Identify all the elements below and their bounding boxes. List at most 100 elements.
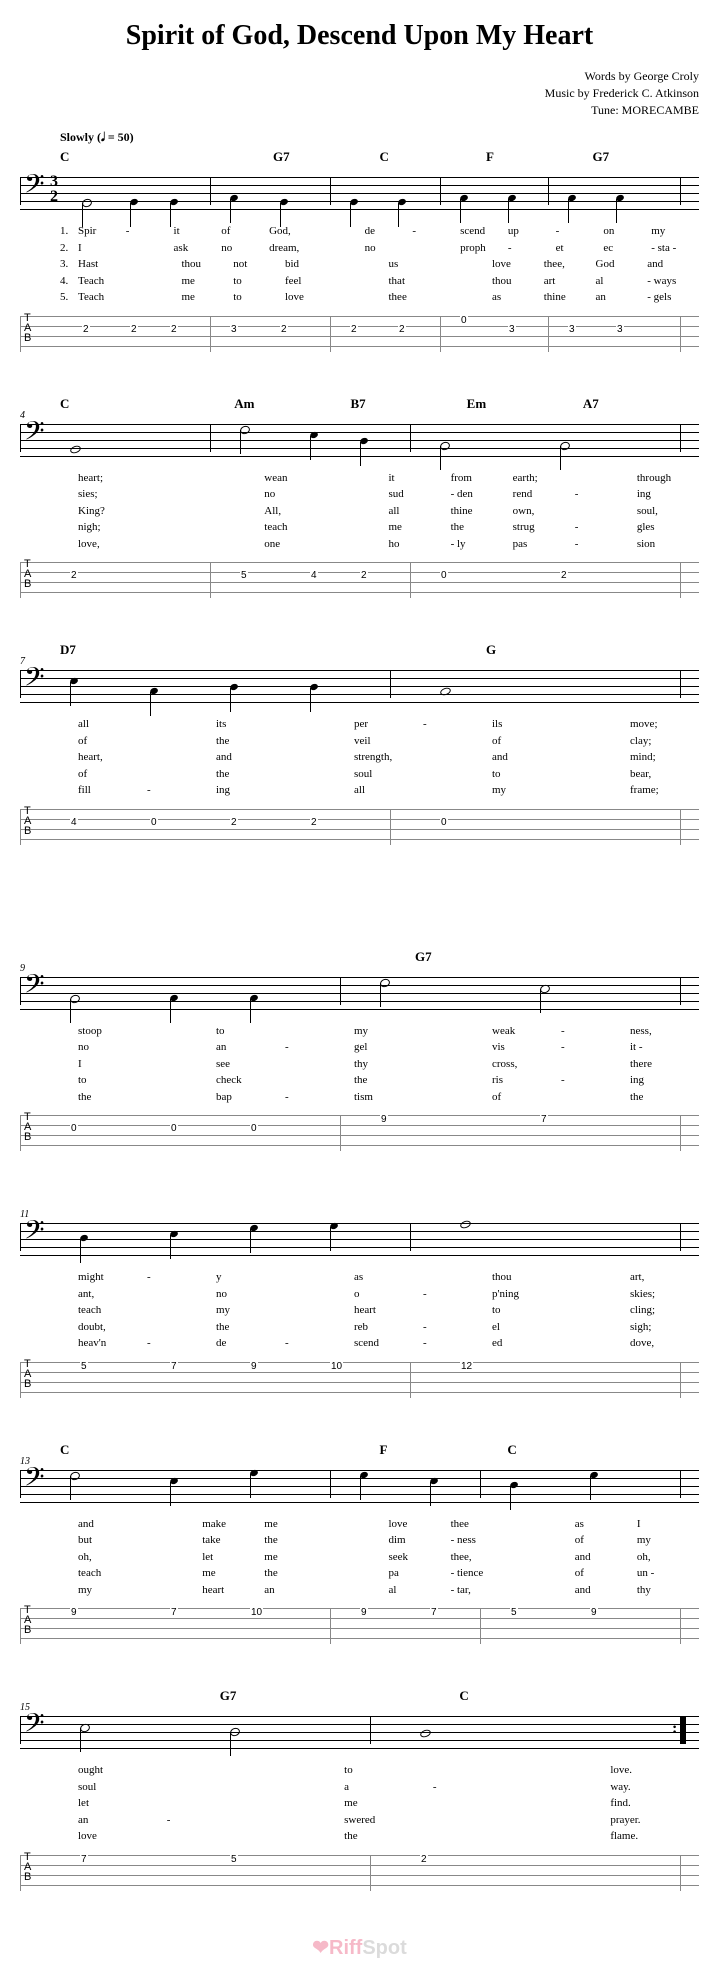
tab-fret: 3 bbox=[230, 324, 238, 335]
syllable: let bbox=[202, 1549, 264, 1566]
syllable: and bbox=[78, 1516, 140, 1533]
syllable: my bbox=[651, 223, 699, 240]
tab-fret: 7 bbox=[540, 1114, 548, 1125]
syllable bbox=[140, 470, 202, 487]
syllable bbox=[337, 256, 389, 273]
syllable bbox=[255, 1762, 344, 1779]
bass-clef-icon: 𝄢 bbox=[24, 1217, 45, 1249]
syllable: - bbox=[508, 240, 556, 257]
syllable: one bbox=[264, 536, 326, 553]
syllable bbox=[167, 1828, 256, 1845]
tab-fret: 4 bbox=[310, 570, 318, 581]
lyrics-row: 1.Spir-itofGod,de-scendup-onmy bbox=[60, 223, 699, 240]
tablature: TAB22232220333 bbox=[20, 312, 699, 356]
syllable bbox=[285, 766, 354, 783]
chord-row bbox=[60, 1195, 699, 1211]
syllable: teach bbox=[78, 1302, 147, 1319]
syllable: the bbox=[451, 519, 513, 536]
syllable bbox=[326, 1516, 388, 1533]
syllable bbox=[255, 1795, 344, 1812]
syllable: - den bbox=[451, 486, 513, 503]
syllable: sion bbox=[637, 536, 699, 553]
syllable: ed bbox=[492, 1335, 561, 1352]
syllable bbox=[285, 1023, 354, 1040]
syllable: mind; bbox=[630, 749, 699, 766]
tab-label: TAB bbox=[24, 314, 31, 344]
lyrics-block: allitsper-ilsmove;oftheveilofclay;heart,… bbox=[60, 716, 699, 799]
syllable bbox=[147, 1089, 216, 1106]
tab-fret: 2 bbox=[280, 324, 288, 335]
tab-fret: 9 bbox=[590, 1607, 598, 1618]
syllable: bap bbox=[216, 1089, 285, 1106]
tab-label: TAB bbox=[24, 807, 31, 837]
syllable bbox=[285, 1056, 354, 1073]
lyrics-row: allitsper-ilsmove; bbox=[60, 716, 699, 733]
tab-fret: 10 bbox=[250, 1607, 263, 1618]
syllable: weak bbox=[492, 1023, 561, 1040]
syllable: me bbox=[264, 1516, 326, 1533]
barline bbox=[680, 977, 681, 1005]
chord-symbol bbox=[316, 1442, 380, 1458]
syllable bbox=[433, 1828, 522, 1845]
syllable bbox=[140, 536, 202, 553]
syllable: - bbox=[285, 1039, 354, 1056]
lyrics-row: 3.Hastthounotbiduslovethee,Godand bbox=[60, 256, 699, 273]
syllable: gel bbox=[354, 1039, 423, 1056]
chord-symbol: F bbox=[486, 149, 539, 165]
syllable: - ways bbox=[647, 273, 699, 290]
syllable: thee bbox=[389, 289, 441, 306]
lyrics-row: doubt,thereb-elsigh; bbox=[60, 1319, 699, 1336]
syllable: de bbox=[365, 223, 413, 240]
syllable: pas bbox=[513, 536, 575, 553]
chord-symbol bbox=[326, 149, 379, 165]
syllable: pa bbox=[388, 1565, 450, 1582]
syllable: strength, bbox=[354, 749, 423, 766]
chord-symbol bbox=[131, 949, 202, 965]
bass-clef-icon: 𝄢 bbox=[24, 1710, 45, 1742]
syllable: - bbox=[575, 486, 637, 503]
lyrics-row: noan-gelvis-it - bbox=[60, 1039, 699, 1056]
syllable: to bbox=[344, 1762, 433, 1779]
chord-symbol: D7 bbox=[60, 642, 131, 658]
syllable bbox=[140, 1565, 202, 1582]
syllable: - ly bbox=[451, 536, 513, 553]
syllable bbox=[423, 1269, 492, 1286]
syllable: heart bbox=[354, 1302, 423, 1319]
chord-symbol bbox=[539, 1688, 619, 1704]
chord-symbol bbox=[443, 1442, 507, 1458]
chord-symbol bbox=[292, 396, 350, 412]
syllable: me bbox=[264, 1549, 326, 1566]
syllable bbox=[140, 1582, 202, 1599]
syllable bbox=[126, 240, 174, 257]
syllable: God, bbox=[269, 223, 317, 240]
syllable bbox=[167, 1779, 256, 1796]
syllable: - gels bbox=[647, 289, 699, 306]
syllable: all bbox=[78, 716, 147, 733]
syllable: dream, bbox=[269, 240, 317, 257]
syllable bbox=[561, 749, 630, 766]
syllable: clay; bbox=[630, 733, 699, 750]
syllable: the bbox=[216, 733, 285, 750]
syllable: no bbox=[78, 1039, 147, 1056]
syllable: it bbox=[174, 223, 222, 240]
chord-symbol bbox=[539, 149, 592, 165]
syllable: ing bbox=[637, 486, 699, 503]
syllable bbox=[326, 470, 388, 487]
syllable bbox=[423, 733, 492, 750]
syllable bbox=[140, 486, 202, 503]
syllable: sigh; bbox=[630, 1319, 699, 1336]
lyrics-row: 4.Teachmetofeelthatthouartal- ways bbox=[60, 273, 699, 290]
syllable: make bbox=[202, 1516, 264, 1533]
chord-symbol bbox=[635, 1442, 699, 1458]
tab-fret: 2 bbox=[560, 570, 568, 581]
syllable bbox=[147, 1319, 216, 1336]
syllable: flame. bbox=[610, 1828, 699, 1845]
chord-symbol bbox=[202, 642, 273, 658]
syllable bbox=[255, 1828, 344, 1845]
syllable: heart, bbox=[78, 749, 147, 766]
tab-fret: 5 bbox=[510, 1607, 518, 1618]
syllable: Hast bbox=[78, 256, 130, 273]
syllable: Spir bbox=[78, 223, 126, 240]
syllable: soul bbox=[78, 1779, 167, 1796]
tab-fret: 0 bbox=[70, 1123, 78, 1134]
